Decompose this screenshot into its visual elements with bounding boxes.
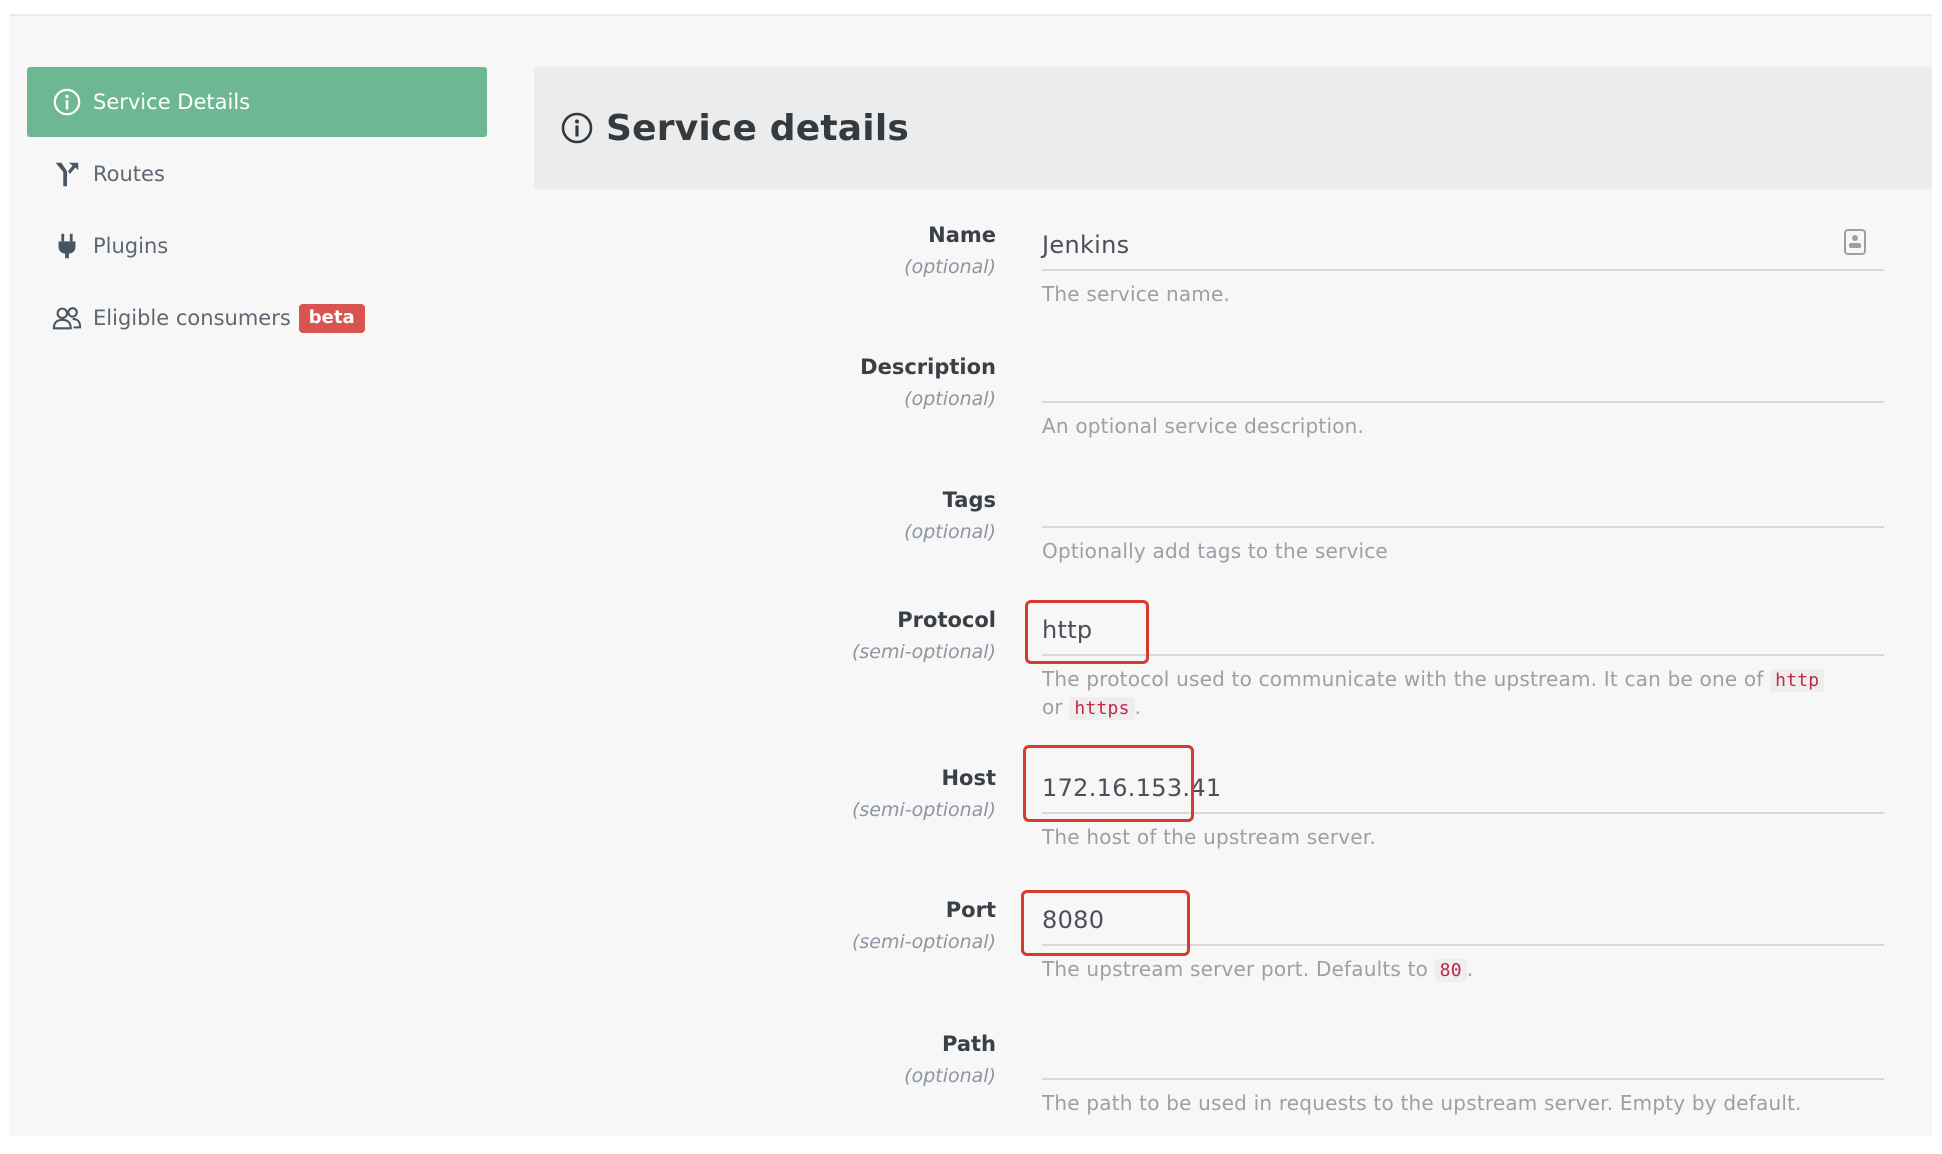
sidebar-item-label: Routes <box>93 162 165 186</box>
port-semi-optional-note: (semi-optional) <box>851 931 996 953</box>
description-input[interactable] <box>1042 353 1884 403</box>
protocol-label: Protocol <box>897 608 996 632</box>
beta-badge: beta <box>298 303 365 333</box>
port-label: Port <box>945 898 996 922</box>
protocol-hint-or: or <box>1042 695 1063 719</box>
sidebar-item-label: Plugins <box>93 234 169 258</box>
host-semi-optional-note: (semi-optional) <box>851 799 996 821</box>
info-circle-icon <box>560 111 594 145</box>
page-title: Service details <box>606 107 909 149</box>
protocol-semi-optional-note: (semi-optional) <box>851 641 996 663</box>
description-optional-note: (optional) <box>904 388 996 410</box>
path-hint: The path to be used in requests to the u… <box>1042 1091 1802 1115</box>
host-hint: The host of the upstream server. <box>1042 825 1376 849</box>
name-label: Name <box>928 223 996 247</box>
protocol-highlight-box <box>1025 600 1149 664</box>
tags-optional-note: (optional) <box>904 521 996 543</box>
host-highlight-box <box>1023 745 1194 822</box>
contact-card-icon[interactable] <box>1844 229 1866 255</box>
tags-label: Tags <box>942 488 996 512</box>
path-optional-note: (optional) <box>904 1065 996 1087</box>
name-input[interactable]: Jenkins <box>1042 221 1884 271</box>
protocol-hint-text: The protocol used to communicate with th… <box>1042 667 1764 691</box>
tags-input[interactable] <box>1042 478 1884 528</box>
sidebar-item-label: Eligible consumers <box>93 306 291 330</box>
plug-icon <box>51 230 83 262</box>
path-input[interactable] <box>1042 1030 1884 1080</box>
port-hint-text: The upstream server port. Defaults to <box>1042 957 1429 981</box>
sidebar-item-label: Service Details <box>93 90 251 114</box>
sidebar-item-routes[interactable]: Routes <box>27 139 487 209</box>
description-hint: An optional service description. <box>1042 414 1365 438</box>
name-hint: The service name. <box>1042 282 1231 306</box>
port-hint-end: . <box>1466 957 1474 981</box>
sidebar-item-plugins[interactable]: Plugins <box>27 211 487 281</box>
name-input-value: Jenkins <box>1042 231 1130 259</box>
protocol-code-http: http <box>1770 669 1825 692</box>
sidebar-item-eligible-consumers[interactable]: Eligible consumers beta <box>27 283 487 353</box>
sidebar-item-service-details[interactable]: Service Details <box>27 67 487 137</box>
protocol-input[interactable]: http <box>1042 606 1884 656</box>
port-code-default: 80 <box>1434 959 1467 982</box>
page-header: Service details <box>534 67 1932 189</box>
name-optional-note: (optional) <box>904 256 996 278</box>
protocol-hint: The protocol used to communicate with th… <box>1042 666 1884 722</box>
info-circle-icon <box>51 86 83 118</box>
tags-hint: Optionally add tags to the service <box>1042 539 1388 563</box>
port-highlight-box <box>1021 890 1190 956</box>
protocol-hint-end: . <box>1134 695 1142 719</box>
users-icon <box>51 302 83 334</box>
description-label: Description <box>860 355 996 379</box>
port-hint: The upstream server port. Defaults to 80… <box>1042 956 1884 984</box>
sidebar: Service Details Routes Plugins Eligible … <box>27 67 487 355</box>
routes-icon <box>51 158 83 190</box>
protocol-code-https: https <box>1069 697 1135 720</box>
host-label: Host <box>941 766 996 790</box>
path-label: Path <box>942 1032 996 1056</box>
